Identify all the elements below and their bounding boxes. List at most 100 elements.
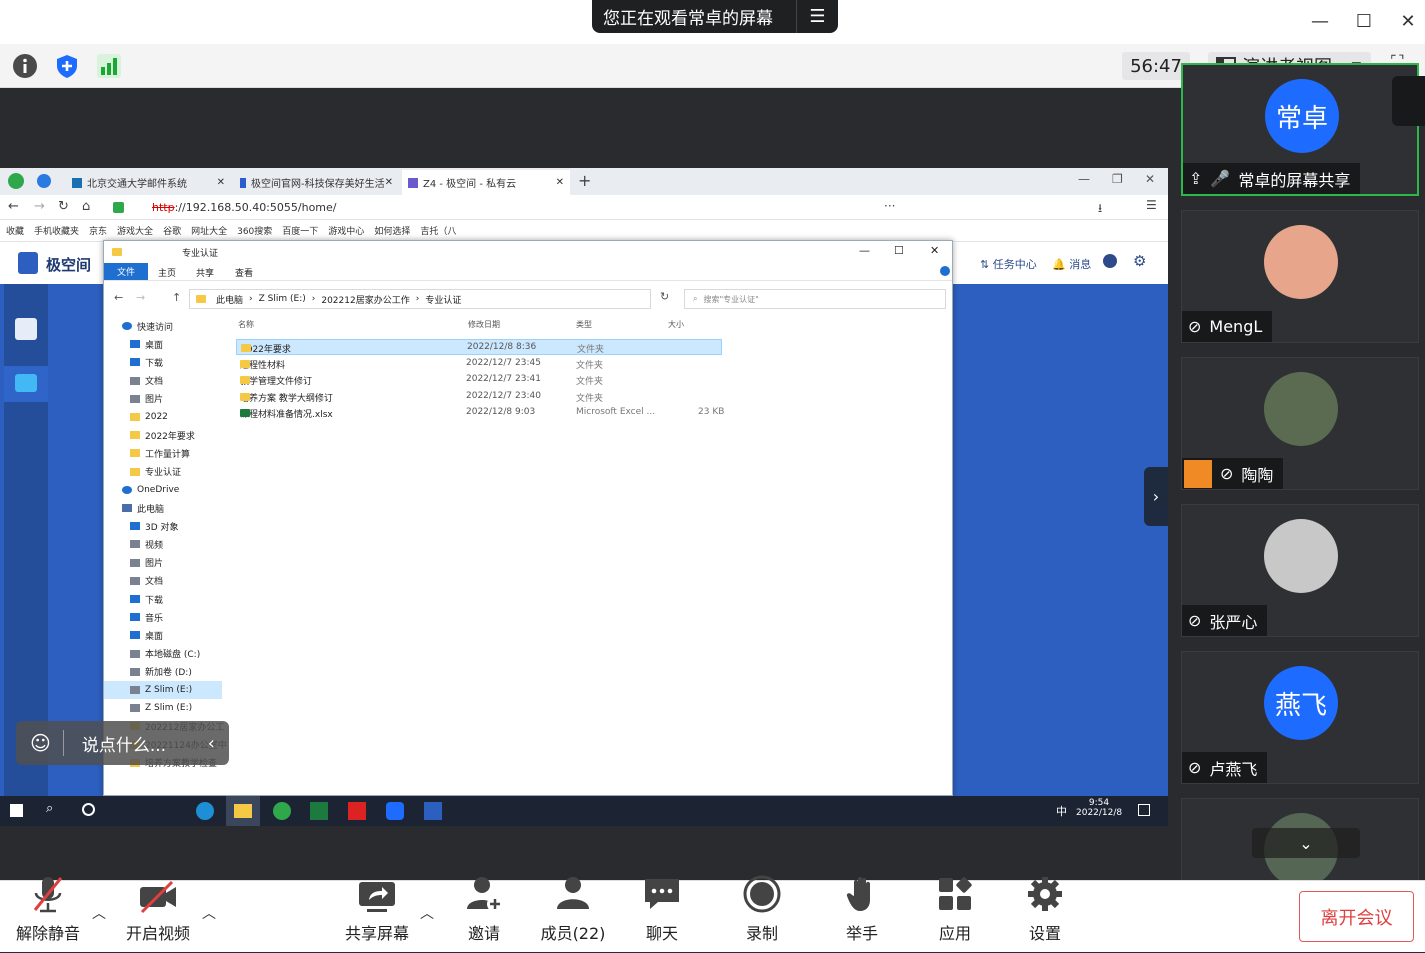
chevron-left-icon[interactable]: ‹ xyxy=(208,733,215,754)
share-options-caret-icon[interactable]: ︿ xyxy=(420,903,434,923)
up-icon[interactable]: ↑ xyxy=(172,291,181,304)
back-icon[interactable]: ← xyxy=(114,291,123,304)
site-security-icon[interactable] xyxy=(113,202,124,213)
nav-item[interactable]: 2022年要求 xyxy=(104,426,195,444)
nav-item[interactable]: 音乐 xyxy=(104,608,163,626)
more-icon[interactable]: ··· xyxy=(884,199,895,213)
column-size[interactable]: 大小 xyxy=(668,319,684,330)
emoji-icon[interactable]: ☺ xyxy=(30,731,51,755)
bookmark-item[interactable]: 京东 xyxy=(89,224,107,237)
leave-meeting-button[interactable]: 离开会议 xyxy=(1299,891,1414,942)
nav-item[interactable]: 图片 xyxy=(104,390,163,408)
column-name[interactable]: 名称 xyxy=(238,319,254,330)
edge-icon[interactable] xyxy=(196,802,214,820)
maximize-button[interactable]: ☐ xyxy=(1351,8,1377,34)
start-video-button[interactable]: 开启视频 xyxy=(125,880,191,953)
browser-restore-icon[interactable]: ❐ xyxy=(1112,172,1123,186)
record-button[interactable]: 录制 xyxy=(740,875,784,953)
home-icon[interactable]: ⌂ xyxy=(82,199,90,214)
explorer-maximize-icon[interactable]: ☐ xyxy=(894,244,904,257)
reload-icon[interactable]: ↻ xyxy=(58,199,69,214)
notification-icon[interactable] xyxy=(1138,804,1150,816)
signal-strength-icon[interactable] xyxy=(94,52,124,80)
task-center-link[interactable]: ⇅ 任务中心 xyxy=(980,256,1037,272)
nav-item[interactable]: 图片 xyxy=(104,554,163,572)
participant-tile[interactable]: ⊘ 陶陶 xyxy=(1181,357,1419,490)
mic-muted-indicator[interactable] xyxy=(1392,76,1425,126)
invite-button[interactable]: 邀请 xyxy=(462,877,506,953)
search-icon[interactable]: ⌕ xyxy=(46,801,53,816)
tab-close-icon[interactable]: ✕ xyxy=(556,177,564,188)
info-icon[interactable] xyxy=(10,52,40,80)
nav-item[interactable]: 快速访问 xyxy=(104,317,173,335)
word-icon[interactable] xyxy=(424,802,442,820)
participant-tile[interactable]: ⊘ MengL xyxy=(1181,210,1419,343)
bookmark-item[interactable]: 360搜索 xyxy=(237,224,272,237)
close-button[interactable]: ✕ xyxy=(1395,8,1421,34)
apps-button[interactable]: 应用 xyxy=(933,877,977,953)
nav-item[interactable]: 桌面 xyxy=(104,335,163,353)
forward-icon[interactable]: → xyxy=(136,291,145,304)
bookmark-item[interactable]: 游戏中心 xyxy=(328,224,364,237)
raise-hand-button[interactable]: 举手 xyxy=(840,876,884,953)
column-date[interactable]: 修改日期 xyxy=(468,319,500,330)
ribbon-tab-home[interactable]: 主页 xyxy=(158,266,176,279)
user-icon[interactable] xyxy=(1103,254,1117,268)
new-tab-icon[interactable]: + xyxy=(578,171,591,190)
nav-item[interactable]: 专业认证 xyxy=(104,463,181,481)
ribbon-tab-file[interactable]: 文件 xyxy=(104,263,148,280)
url-text[interactable]: http://192.168.50.40:5055/home/ xyxy=(152,201,336,214)
meeting-app-icon[interactable] xyxy=(386,802,404,820)
audio-options-caret-icon[interactable]: ︿ xyxy=(92,903,106,923)
file-row[interactable]: 2022年要求 2022/12/8 8:36 文件夹 xyxy=(236,339,722,355)
nav-item[interactable]: 2022 xyxy=(104,408,168,426)
bookmark-item[interactable]: 收藏 xyxy=(6,224,24,237)
ime-indicator[interactable]: 中 xyxy=(1056,803,1067,819)
dashboard-icon[interactable] xyxy=(15,318,37,340)
chat-button[interactable]: 聊天 xyxy=(640,879,684,953)
breadcrumb-item[interactable]: 202212居家办公工作 xyxy=(321,293,409,306)
tab-close-icon[interactable]: ✕ xyxy=(217,177,225,188)
help-icon[interactable] xyxy=(940,266,950,276)
unmute-button[interactable]: 解除静音 xyxy=(16,877,80,953)
explorer-close-icon[interactable]: ✕ xyxy=(930,244,939,257)
cortana-icon[interactable] xyxy=(82,803,95,816)
nav-item[interactable]: OneDrive xyxy=(104,481,179,499)
settings-gear-icon[interactable]: ⚙ xyxy=(1133,252,1146,270)
clock[interactable]: 9:54 2022/12/8 xyxy=(1076,798,1122,818)
refresh-icon[interactable]: ↻ xyxy=(660,290,669,303)
address-bar[interactable]: ← → ↻ ⌂ http://192.168.50.40:5055/home/ … xyxy=(0,195,1168,220)
breadcrumb-item[interactable]: Z Slim (E:) xyxy=(259,294,306,304)
file-row[interactable]: 过程性材料 2022/12/7 23:45 文件夹 xyxy=(236,356,722,372)
browser-menu-icon[interactable]: ☰ xyxy=(1146,198,1157,212)
breadcrumb[interactable]: 此电脑 › Z Slim (E:) › 202212居家办公工作 › 专业认证 xyxy=(189,289,651,309)
browser-minimize-icon[interactable]: — xyxy=(1078,172,1090,186)
nav-item[interactable]: 此电脑 xyxy=(104,499,164,517)
members-button[interactable]: 成员(22) xyxy=(538,877,608,953)
bookmark-item[interactable]: 游戏大全 xyxy=(117,224,153,237)
bookmark-item[interactable]: 如何选择 xyxy=(374,224,410,237)
nav-item[interactable]: 3D 对象 xyxy=(104,517,179,535)
explorer-minimize-icon[interactable]: — xyxy=(859,244,870,257)
tab-zspace-site[interactable]: 极空间官网-科技保存美好生活 ✕ xyxy=(234,170,399,195)
bookmark-item[interactable]: 百度一下 xyxy=(282,224,318,237)
nav-item[interactable]: 新加卷 (D:) xyxy=(104,663,192,681)
column-type[interactable]: 类型 xyxy=(576,319,592,330)
breadcrumb-item[interactable]: 此电脑 xyxy=(216,293,243,306)
scroll-down-button[interactable]: ⌄ xyxy=(1252,828,1360,858)
bookmark-item[interactable]: 吉托（八 xyxy=(420,224,456,237)
banner-menu-icon[interactable]: ☰ xyxy=(796,0,838,33)
file-row[interactable]: 教学管理文件修订 2022/12/7 23:41 文件夹 xyxy=(236,372,722,388)
participant-tile[interactable]: 燕飞 ⊘ 卢燕飞 xyxy=(1181,651,1419,784)
nav-item[interactable]: Z Slim (E:) xyxy=(104,699,192,717)
tab-zspace-cloud[interactable]: Z4 - 极空间 - 私有云 ✕ xyxy=(402,170,570,195)
nav-item[interactable]: 视频 xyxy=(104,535,163,553)
share-screen-button[interactable]: 共享屏幕 xyxy=(344,881,410,953)
participant-tile[interactable]: 常卓 ⇪ 🎤 常卓的屏幕共享 xyxy=(1181,63,1419,196)
nav-item[interactable]: 下载 xyxy=(104,353,163,371)
chat-quick-input[interactable]: ☺ 说点什么... ‹ xyxy=(16,721,229,765)
acrobat-icon[interactable] xyxy=(348,802,366,820)
bookmark-item[interactable]: 谷歌 xyxy=(163,224,181,237)
bookmark-item[interactable]: 手机收藏夹 xyxy=(34,224,79,237)
messages-link[interactable]: 🔔 消息 xyxy=(1052,256,1091,272)
